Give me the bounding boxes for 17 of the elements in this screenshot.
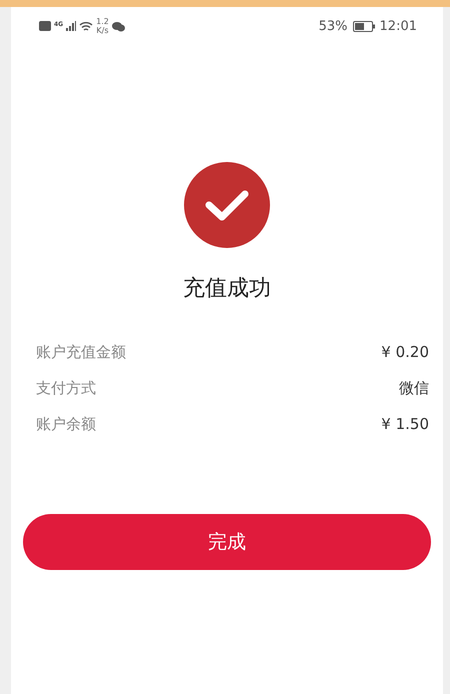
speed-unit: K/s xyxy=(96,26,109,35)
success-title: 充值成功 xyxy=(182,275,272,303)
done-button[interactable]: 完成 xyxy=(23,514,431,570)
chat-icon xyxy=(112,20,125,32)
detail-value: ¥ 1.50 xyxy=(381,414,429,435)
battery-percent: 53% xyxy=(318,18,348,34)
detail-value: 微信 xyxy=(399,378,429,399)
check-icon xyxy=(204,188,250,222)
detail-value: ¥ 0.20 xyxy=(381,342,429,363)
clock: 12:01 xyxy=(380,18,417,34)
detail-label: 支付方式 xyxy=(36,378,96,399)
signal-icon xyxy=(66,21,76,31)
detail-label: 账户余额 xyxy=(36,414,96,435)
battery-icon xyxy=(352,20,375,32)
wifi-icon xyxy=(79,20,94,32)
detail-label: 账户充值金额 xyxy=(36,342,126,363)
speed-value: 1.2 xyxy=(96,17,109,26)
